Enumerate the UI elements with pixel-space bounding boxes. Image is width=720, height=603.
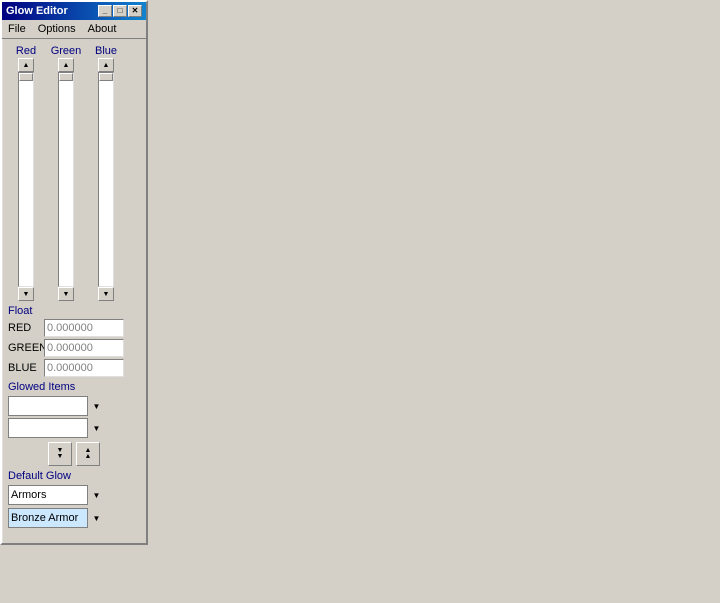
green-field-input[interactable] [44,339,124,357]
glowed-dropdown1-row: ▼ [8,396,140,416]
red-scroll-up[interactable]: ▲ [18,58,34,72]
menubar: File Options About [2,20,146,39]
blue-slider-track[interactable] [98,72,114,287]
red-slider-col: Red ▲ ▼ [8,45,44,301]
blue-slider-container: ▲ ▼ [92,58,120,301]
blue-label: Blue [95,45,117,57]
green-field-label: GREEN [8,342,44,354]
red-slider-thumb[interactable] [19,73,33,81]
menu-options[interactable]: Options [32,22,82,36]
title-bar: Glow Editor _ □ ✕ [2,2,146,20]
green-field-row: GREEN [8,339,140,357]
blue-field-label: BLUE [8,362,44,374]
green-slider-col: Green ▲ ▼ [48,45,84,301]
sliders-section: Red ▲ ▼ Green ▲ ▼ [8,45,140,301]
green-slider-track[interactable] [58,72,74,287]
green-slider-container: ▲ ▼ [52,58,80,301]
title-bar-buttons: _ □ ✕ [98,5,142,17]
green-scroll-up[interactable]: ▲ [58,58,74,72]
blue-field-row: BLUE [8,359,140,377]
maximize-button[interactable]: □ [113,5,127,17]
red-label: Red [16,45,36,57]
double-down-button[interactable]: ▼ ▼ [48,442,72,466]
glowed-dropdown2-row: ▼ [8,418,140,438]
arrows-section: ▼ ▼ ▲ ▲ [8,442,140,466]
double-down-icon: ▼ ▼ [57,448,64,461]
red-field-input[interactable] [44,319,124,337]
glowed-items-label: Glowed Items [8,381,140,393]
red-slider-container: ▲ ▼ [12,58,40,301]
item-dropdown-wrapper: Bronze Armor Iron Armor ▼ [8,508,105,528]
glowed-items-section: Glowed Items ▼ ▼ [8,381,140,438]
glowed-dropdown2[interactable] [8,418,105,438]
blue-slider-col: Blue ▲ ▼ [88,45,124,301]
main-window: Glow Editor _ □ ✕ File Options About Red [0,0,148,545]
float-label: Float [8,305,140,317]
blue-slider-thumb[interactable] [99,73,113,81]
green-slider-thumb[interactable] [59,73,73,81]
menu-about[interactable]: About [82,22,123,36]
main-content: Red ▲ ▼ Green ▲ ▼ [2,39,146,543]
blue-scroll-down[interactable]: ▼ [98,287,114,301]
category-dropdown-wrapper: Armors Weapons Potions ▼ [8,485,105,505]
menu-file[interactable]: File [2,22,32,36]
red-field-row: RED [8,319,140,337]
item-dropdown[interactable]: Bronze Armor Iron Armor [8,508,105,528]
close-button[interactable]: ✕ [128,5,142,17]
float-section: Float RED GREEN BLUE [8,305,140,377]
double-up-icon: ▲ ▲ [85,448,92,461]
red-scroll-down[interactable]: ▼ [18,287,34,301]
blue-field-input[interactable] [44,359,124,377]
default-glow-label: Default Glow [8,470,140,482]
default-glow-section: Default Glow Armors Weapons Potions ▼ Br… [8,470,140,539]
red-slider-track[interactable] [18,72,34,287]
minimize-button[interactable]: _ [98,5,112,17]
green-scroll-down[interactable]: ▼ [58,287,74,301]
window-title: Glow Editor [6,5,68,17]
red-field-label: RED [8,322,44,334]
blue-scroll-up[interactable]: ▲ [98,58,114,72]
glowed-dropdown2-wrapper: ▼ [8,418,105,438]
category-dropdown[interactable]: Armors Weapons Potions [8,485,105,505]
glowed-dropdown1-wrapper: ▼ [8,396,105,416]
glowed-dropdown1[interactable] [8,396,105,416]
double-up-button[interactable]: ▲ ▲ [76,442,100,466]
green-label: Green [51,45,82,57]
